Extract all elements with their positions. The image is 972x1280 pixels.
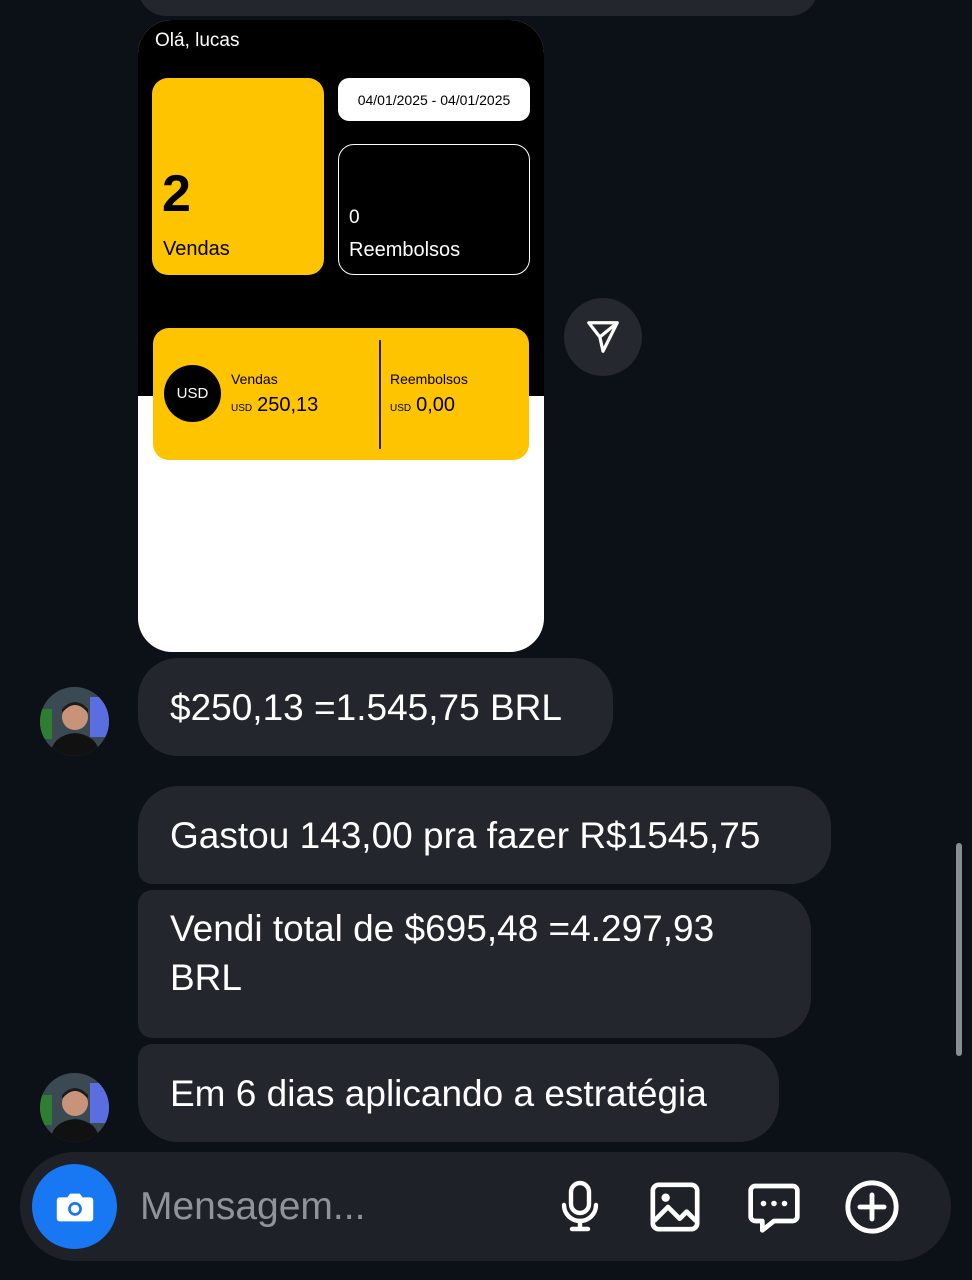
message-text: Vendi total de $695,48 =4.297,93 BRL [170,908,715,998]
summary-divider [379,340,381,449]
forward-button[interactable] [564,298,642,376]
message-bubble[interactable]: Vendi total de $695,48 =4.297,93 BRL [138,890,811,1038]
summary-sales-currency: USD [231,403,253,414]
refunds-tile: 0 Reembolsos [338,144,530,275]
date-range-pill: 04/01/2025 - 04/01/2025 [338,78,530,121]
message-text: Em 6 dias aplicando a estratégia [170,1072,707,1114]
sender-avatar[interactable] [40,1073,109,1142]
summary-refunds-value: USD 0,00 [390,394,455,417]
shared-image-card[interactable]: Olá, lucas 2 Vendas 04/01/2025 - 04/01/2… [138,20,544,652]
summary-refunds-label: Reembolsos [390,371,468,387]
camera-icon [56,1193,93,1221]
message-bubble[interactable]: $250,13 =1.545,75 BRL [138,658,613,756]
card-greeting: Olá, lucas [155,30,240,51]
summary-sales-amount: 250,13 [257,394,319,416]
refunds-label: Reembolsos [349,239,461,261]
avatar-image [40,687,109,756]
summary-panel: USD Vendas USD 250,13 Reembolsos USD 0,0… [153,328,529,460]
message-bubble[interactable]: Gastou 143,00 pra fazer R$1545,75 [138,786,831,884]
sales-label: Vendas [163,238,230,260]
summary-sales-label: Vendas [231,371,278,387]
gallery-button[interactable] [645,1177,705,1237]
message-text: $250,13 =1.545,75 BRL [170,686,562,728]
currency-badge: USD [164,365,221,422]
refunds-count: 0 [349,207,360,228]
camera-button[interactable] [32,1164,117,1249]
microphone-icon [561,1180,599,1232]
send-icon [587,321,619,353]
message-composer [20,1152,951,1261]
avatar-image [40,1073,109,1142]
chat-bubble-icon [748,1183,800,1233]
mic-button[interactable] [550,1177,610,1237]
previous-message-bubble [138,0,818,16]
summary-refunds-currency: USD [390,403,412,414]
sticker-button[interactable] [744,1177,804,1237]
sales-count: 2 [162,165,191,223]
message-input[interactable] [138,1174,532,1240]
message-bubble[interactable]: Em 6 dias aplicando a estratégia [138,1044,779,1142]
summary-sales-value: USD 250,13 [231,394,318,417]
summary-refunds-amount: 0,00 [416,394,456,416]
sender-avatar[interactable] [40,687,109,756]
plus-circle-icon [845,1180,899,1234]
message-text: Gastou 143,00 pra fazer R$1545,75 [170,814,761,856]
sales-tile: 2 Vendas [152,78,324,275]
scrollbar[interactable] [956,843,962,1056]
more-button[interactable] [842,1177,902,1237]
image-icon [650,1182,700,1232]
